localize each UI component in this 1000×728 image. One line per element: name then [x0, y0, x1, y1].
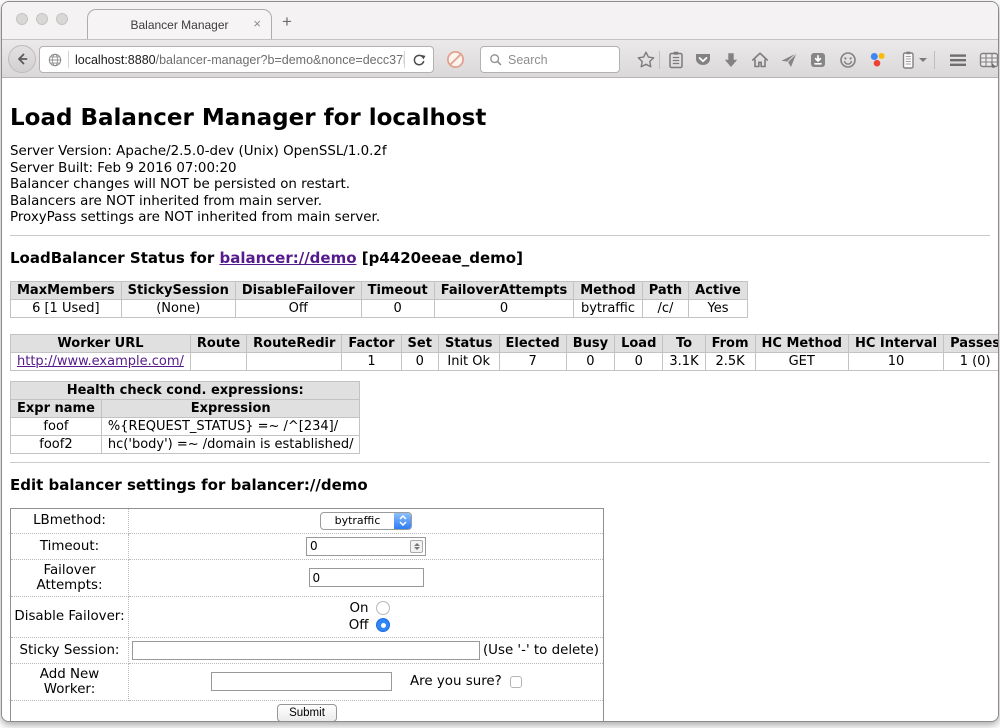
- window-controls[interactable]: [16, 13, 68, 25]
- url-path: /balancer-manager?b=demo&nonce=decc37be-…: [156, 53, 404, 67]
- server-version: Server Version: Apache/2.5.0-dev (Unix) …: [10, 144, 990, 161]
- col-active: Active: [689, 281, 748, 299]
- status-heading-suffix: [p4420eeae_demo]: [357, 249, 523, 267]
- table-row: 6 [1 Used] (None) Off 0 0 bytraffic /c/ …: [11, 299, 748, 317]
- globe-icon: [47, 52, 63, 68]
- sticky-session-label: Sticky Session:: [11, 637, 129, 663]
- col-maxmembers: MaxMembers: [11, 281, 122, 299]
- worker-status-table: Worker URL Route RouteRedir Factor Set S…: [10, 334, 998, 371]
- zoom-window-button[interactable]: [56, 13, 68, 25]
- sticky-session-hint: (Use '-' to delete): [483, 643, 601, 658]
- browser-tab[interactable]: Balancer Manager ×: [87, 9, 272, 39]
- search-bar[interactable]: Search: [480, 46, 620, 73]
- bookmark-star-icon[interactable]: [636, 50, 656, 70]
- url-bar[interactable]: localhost:8880/balancer-manager?b=demo&n…: [39, 46, 434, 73]
- toolbar-separator: [659, 51, 660, 69]
- keyboard-grid-icon[interactable]: [979, 50, 999, 70]
- tab-close-icon[interactable]: ×: [253, 17, 261, 30]
- divider: [10, 235, 990, 236]
- clipboard-panel-icon[interactable]: [898, 50, 918, 70]
- colored-dots-icon[interactable]: [868, 50, 888, 70]
- send-plane-icon[interactable]: [779, 50, 799, 70]
- col-stickysession: StickySession: [121, 281, 235, 299]
- page-title: Load Balancer Manager for localhost: [10, 105, 990, 131]
- urlbar-divider2: [404, 51, 405, 68]
- edit-settings-heading: Edit balancer settings for balancer://de…: [10, 476, 990, 494]
- balancer-link[interactable]: balancer://demo: [219, 249, 356, 267]
- confirm-label: Are you sure?: [410, 674, 502, 689]
- reading-list-icon[interactable]: [666, 50, 686, 70]
- radio-off-label: Off: [343, 618, 369, 633]
- balancer-status-table: MaxMembers StickySession DisableFailover…: [10, 281, 748, 318]
- table-row: foof %{REQUEST_STATUS} =~ /^[234]/: [11, 417, 360, 435]
- col-timeout: Timeout: [361, 281, 434, 299]
- close-window-button[interactable]: [16, 13, 28, 25]
- tab-bar: Balancer Manager × +: [2, 2, 998, 39]
- col-method: Method: [574, 281, 642, 299]
- sticky-session-input[interactable]: [132, 641, 480, 660]
- status-heading: LoadBalancer Status for balancer://demo …: [10, 249, 990, 267]
- toolbar-separator2: [934, 51, 935, 69]
- status-heading-prefix: LoadBalancer Status for: [10, 249, 219, 267]
- navigation-toolbar: localhost:8880/balancer-manager?b=demo&n…: [2, 39, 998, 78]
- timeout-input[interactable]: [306, 537, 426, 556]
- server-built: Server Built: Feb 9 2016 07:00:20: [10, 161, 990, 178]
- page-content: Load Balancer Manager for localhost Serv…: [2, 78, 998, 722]
- col-path: Path: [642, 281, 688, 299]
- persist-note: Balancer changes will NOT be persisted o…: [10, 177, 990, 194]
- minimize-window-button[interactable]: [36, 13, 48, 25]
- confirm-checkbox[interactable]: [510, 676, 522, 688]
- table-header-row: Worker URL Route RouteRedir Factor Set S…: [11, 334, 999, 352]
- add-new-worker-label: Add New Worker:: [11, 663, 129, 700]
- back-button[interactable]: [8, 45, 36, 73]
- pocket-icon[interactable]: [693, 50, 713, 70]
- back-arrow-icon: [14, 51, 30, 67]
- lbmethod-select[interactable]: bytraffic: [320, 512, 412, 530]
- new-tab-button[interactable]: +: [282, 12, 292, 32]
- download-panel-icon[interactable]: [808, 50, 828, 70]
- table-row: http://www.example.com/ 1 0 Init Ok 7 0 …: [11, 352, 999, 370]
- table-header-row: MaxMembers StickySession DisableFailover…: [11, 281, 748, 299]
- menu-hamburger-icon[interactable]: [948, 50, 968, 70]
- feedback-smiley-icon[interactable]: [838, 50, 858, 70]
- inherit-note: Balancers are NOT inherited from main se…: [10, 194, 990, 211]
- disable-failover-on-radio[interactable]: [376, 601, 390, 615]
- blocked-content-icon[interactable]: [446, 50, 465, 69]
- disable-failover-off-radio[interactable]: [376, 618, 390, 632]
- url-text[interactable]: localhost:8880/balancer-manager?b=demo&n…: [69, 53, 404, 67]
- failover-attempts-input[interactable]: [309, 568, 424, 587]
- number-stepper-icon[interactable]: [410, 540, 423, 553]
- radio-on-label: On: [343, 601, 369, 616]
- search-icon: [488, 52, 503, 67]
- tab-title: Balancer Manager: [130, 18, 228, 32]
- add-worker-input[interactable]: [211, 672, 392, 691]
- search-placeholder: Search: [508, 53, 548, 67]
- lbmethod-label: LBmethod:: [11, 508, 129, 533]
- chevron-down-icon[interactable]: [919, 58, 927, 62]
- col-failoverattempts: FailoverAttempts: [434, 281, 574, 299]
- col-expr-name: Expr name: [11, 399, 102, 417]
- col-disablefailover: DisableFailover: [235, 281, 361, 299]
- url-host: localhost:8880: [75, 53, 156, 67]
- table-row: foof2 hc('body') =~ /domain is establish…: [11, 435, 360, 453]
- downloads-arrow-icon[interactable]: [721, 50, 741, 70]
- reload-icon[interactable]: [411, 52, 427, 68]
- health-check-table: Health check cond. expressions: Expr nam…: [10, 381, 360, 454]
- failover-attempts-label: Failover Attempts:: [11, 559, 129, 596]
- home-icon[interactable]: [750, 50, 770, 70]
- server-info: Server Version: Apache/2.5.0-dev (Unix) …: [10, 144, 990, 227]
- select-stepper-icon: [394, 513, 411, 529]
- submit-button[interactable]: Submit: [277, 704, 337, 722]
- timeout-label: Timeout:: [11, 533, 129, 559]
- divider2: [10, 462, 990, 463]
- col-expression: Expression: [101, 399, 360, 417]
- browser-window: Balancer Manager × + localhost:8880/bala…: [1, 1, 999, 722]
- proxypass-note: ProxyPass settings are NOT inherited fro…: [10, 210, 990, 227]
- health-table-title: Health check cond. expressions:: [11, 381, 360, 399]
- disable-failover-label: Disable Failover:: [11, 596, 129, 637]
- edit-balancer-form: LBmethod: bytraffic Timeout:: [10, 508, 604, 722]
- worker-url-link[interactable]: http://www.example.com/: [17, 354, 184, 369]
